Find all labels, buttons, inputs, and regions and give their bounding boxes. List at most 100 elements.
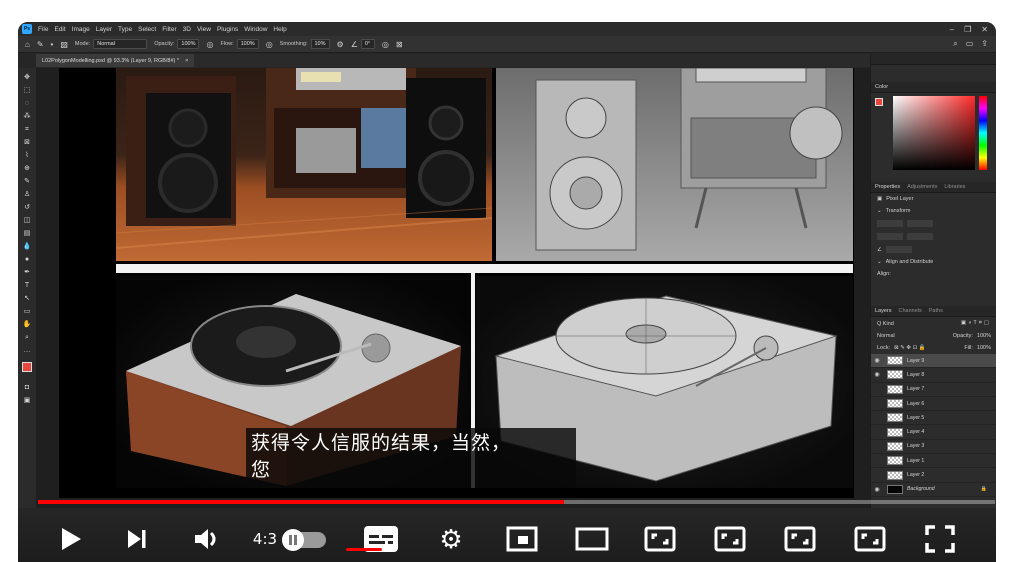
minimize-icon[interactable]: – [950,25,954,34]
expand-button-2[interactable] [712,524,748,554]
layer-row[interactable]: Layer 7 [871,383,996,397]
tab-close-icon[interactable]: × [185,58,188,64]
x-field[interactable] [907,220,933,227]
document-tab[interactable]: L02PolygonModelling.psd @ 93.3% (Layer 9… [36,54,195,67]
flow-field[interactable]: 100% [236,39,259,49]
workspace-icon[interactable]: ▭ [966,39,974,49]
height-field[interactable] [877,233,903,240]
gradient-tool-icon[interactable]: ▤ [22,230,32,238]
rotation-field[interactable] [885,246,912,253]
visibility-eye-icon[interactable]: ◉ [871,371,883,378]
angle-field[interactable]: 0° [360,39,375,49]
autoplay-toggle[interactable] [282,529,326,551]
dodge-tool-icon[interactable]: ● [22,256,32,264]
tab-adjustments[interactable]: Adjustments [907,184,937,190]
restore-icon[interactable]: ❐ [964,25,971,34]
menu-view[interactable]: View [197,26,211,33]
share-icon[interactable]: ⇪ [981,39,988,49]
menu-file[interactable]: File [38,26,48,33]
hue-slider[interactable] [979,96,987,170]
move-tool-icon[interactable]: ✥ [22,74,32,82]
lock-icon[interactable]: 🔒 [981,486,987,492]
foreground-swatch[interactable] [875,98,883,106]
transform-header[interactable]: ⌄ Transform [871,205,996,217]
theater-mode-button[interactable] [574,524,610,554]
lock-icons[interactable]: ⊠ ✎ ✥ ⊡ 🔒 [894,345,925,351]
menu-image[interactable]: Image [72,26,90,33]
brush-size-icon[interactable]: • [51,40,54,49]
menu-edit[interactable]: Edit [54,26,65,33]
settings-gear-icon[interactable]: ⚙ [337,40,344,49]
frame-tool-icon[interactable]: ⊠ [22,139,32,147]
eyedropper-icon[interactable]: ⌇ [22,152,32,160]
tab-properties[interactable]: Properties [875,184,900,190]
menu-filter[interactable]: Filter [162,26,176,33]
layer-row[interactable]: Layer 3 [871,440,996,455]
pen-tool-icon[interactable]: ✒ [22,269,32,277]
brush-panel-icon[interactable]: ▨ [60,40,68,49]
color-picker-field[interactable] [893,96,975,170]
layer-row[interactable]: ◉ Layer 8 [871,368,996,383]
search-icon[interactable]: ⌕ [953,39,957,49]
layer-kind-filter[interactable]: Q Kind [877,321,894,327]
shape-tool-icon[interactable]: ▭ [22,308,32,316]
menu-type[interactable]: Type [118,26,132,33]
menu-select[interactable]: Select [138,26,156,33]
layer-row[interactable]: Layer 2 [871,468,996,483]
home-icon[interactable]: ⌂ [25,40,30,49]
align-header[interactable]: ⌄ Align and Distribute [871,256,996,268]
video-progress-bar[interactable] [38,500,995,504]
airbrush-icon[interactable]: ◎ [266,40,273,49]
opacity-field[interactable]: 100% [177,39,200,49]
marquee-tool-icon[interactable]: ⬚ [22,87,32,95]
tab-channels[interactable]: Channels [899,308,922,314]
healing-brush-icon[interactable]: ⊕ [22,165,32,173]
layer-row[interactable]: ◉ Layer 9 [871,354,996,369]
volume-button[interactable] [192,524,222,554]
menu-3d[interactable]: 3D [183,26,191,33]
panels-collapse-bar[interactable] [871,54,996,65]
zoom-tool-icon[interactable]: ⌕ [22,334,32,342]
symmetry-icon[interactable]: ⊠ [396,40,403,49]
layer-row[interactable]: ◉ Background 🔒 [871,483,996,497]
expand-button-4[interactable] [852,524,888,554]
y-field[interactable] [907,233,933,240]
menu-window[interactable]: Window [244,26,267,33]
fullscreen-button[interactable] [922,524,958,554]
layer-row[interactable]: Layer 6 [871,397,996,412]
expand-button-1[interactable] [642,524,678,554]
width-field[interactable] [877,220,903,227]
smoothing-field[interactable]: 10% [310,39,330,49]
pressure-opacity-icon[interactable]: ◎ [206,40,213,49]
brush-tool-icon[interactable]: ✎ [37,40,44,49]
pressure-size-icon[interactable]: ◎ [382,40,389,49]
more-tools-icon[interactable]: … [22,347,32,355]
fill-field[interactable]: 100% [977,345,991,351]
layer-opacity-field[interactable]: 100% [977,333,991,339]
magic-wand-icon[interactable]: ⁂ [22,113,32,121]
mode-select[interactable]: Normal [93,39,148,49]
layer-row[interactable]: Layer 4 [871,425,996,440]
history-brush-icon[interactable]: ↺ [22,204,32,212]
type-tool-icon[interactable]: T [22,282,32,290]
hand-tool-icon[interactable]: ✋ [22,321,32,329]
settings-button[interactable]: ⚙ [436,524,466,554]
blend-mode-select[interactable]: Normal [877,333,895,339]
play-button[interactable] [56,524,86,554]
path-select-icon[interactable]: ↖ [22,295,32,303]
close-icon[interactable]: ✕ [981,25,988,34]
menu-help[interactable]: Help [273,26,286,33]
blur-tool-icon[interactable]: 💧 [22,243,32,251]
stamp-tool-icon[interactable]: ♙ [22,191,32,199]
eraser-tool-icon[interactable]: ◫ [22,217,32,225]
tab-layers[interactable]: Layers [875,308,892,314]
brush-tool-icon[interactable]: ✎ [22,178,32,186]
visibility-eye-icon[interactable]: ◉ [871,357,883,364]
lasso-tool-icon[interactable]: ◌ [22,100,32,108]
quick-mask-icon[interactable]: ◘ [22,384,32,392]
expand-button-3[interactable] [782,524,818,554]
foreground-color-icon[interactable] [22,362,32,372]
menu-layer[interactable]: Layer [96,26,112,33]
visibility-eye-icon[interactable]: ◉ [871,486,883,493]
tab-libraries[interactable]: Libraries [944,184,965,190]
